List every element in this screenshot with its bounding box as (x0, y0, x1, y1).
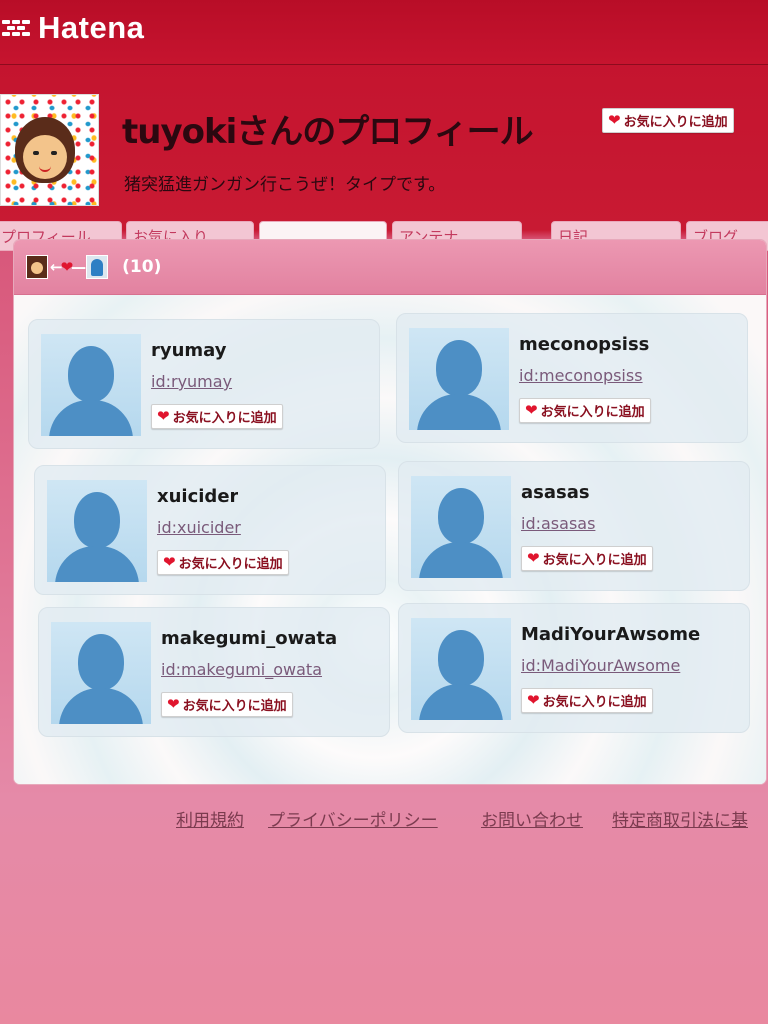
panel-header: ←❤— (10) (14, 240, 766, 295)
user-id-link[interactable]: id:makegumi_owata (161, 660, 322, 679)
add-favorite-button[interactable]: ❤ お気に入りに追加 (161, 692, 293, 717)
profile-add-favorite-button[interactable]: ❤ お気に入りに追加 (602, 108, 734, 133)
hatena-logo[interactable]: Hatena (2, 10, 144, 46)
privacy-policy-link[interactable]: プライバシーポリシー (268, 806, 438, 831)
default-user-avatar[interactable] (409, 328, 509, 430)
add-favorite-button[interactable]: ❤ お気に入りに追加 (151, 404, 283, 429)
user-card: makegumi_owata id:makegumi_owata ❤ お気に入りに… (38, 607, 390, 737)
footer-links: 利用規約 プライバシーポリシー お問い合わせ 特定商取引法に基 (0, 806, 768, 836)
add-favorite-label: お気に入りに追加 (178, 557, 283, 572)
add-favorite-label: お気に入りに追加 (540, 405, 645, 420)
top-header: Hatena (0, 0, 768, 65)
default-user-avatar[interactable] (51, 622, 151, 724)
contact-link[interactable]: お問い合わせ (481, 806, 583, 831)
favorites-panel: ←❤— (10) ryumay id:ryumay ❤ お気に入りに追加 meco… (14, 240, 766, 784)
add-favorite-button[interactable]: ❤ お気に入りに追加 (157, 550, 289, 575)
add-favorite-label: お気に入りに追加 (542, 553, 647, 568)
user-id-link[interactable]: id:meconopsiss (519, 366, 643, 385)
user-card: meconopsiss id:meconopsiss ❤ お気に入りに追加 (396, 313, 748, 443)
user-id-link[interactable]: id:asasas (521, 514, 595, 533)
user-name[interactable]: xuicider (157, 486, 238, 507)
user-name[interactable]: makegumi_owata (161, 628, 337, 649)
arrow-heart-icon: ←❤— (50, 258, 86, 276)
heart-icon: ❤ (525, 401, 538, 419)
heart-icon: ❤ (167, 695, 180, 713)
relation-icon: ←❤— (26, 255, 109, 279)
logo-text: Hatena (38, 10, 145, 45)
user-card: asasas id:asasas ❤ お気に入りに追加 (398, 461, 750, 591)
add-favorite-label: お気に入りに追加 (172, 411, 277, 426)
hatena-logo-icon (2, 16, 32, 40)
profile-avatar (0, 94, 99, 206)
default-user-avatar[interactable] (47, 480, 147, 582)
heart-icon: ❤ (527, 549, 540, 567)
heart-icon: ❤ (527, 691, 540, 709)
default-user-avatar[interactable] (411, 618, 511, 720)
user-name[interactable]: meconopsiss (519, 334, 649, 355)
user-name[interactable]: ryumay (151, 340, 227, 361)
default-user-avatar[interactable] (41, 334, 141, 436)
profile-subtitle: 猪突猛進ガンガン行こうぜ！タイプです。 (124, 175, 446, 195)
user-card: xuicider id:xuicider ❤ お気に入りに追加 (34, 465, 386, 595)
user-id-link[interactable]: id:xuicider (157, 518, 241, 537)
user-name[interactable]: MadiYourAwsome (521, 624, 700, 645)
user-grid: ryumay id:ryumay ❤ お気に入りに追加 meconopsiss i… (14, 295, 766, 784)
add-favorite-button[interactable]: ❤ お気に入りに追加 (521, 546, 653, 571)
add-favorite-label: お気に入りに追加 (623, 115, 728, 130)
heart-icon: ❤ (608, 111, 621, 129)
add-favorite-button[interactable]: ❤ お気に入りに追加 (521, 688, 653, 713)
others-avatar-icon (86, 255, 109, 279)
user-avatar-icon (26, 255, 48, 279)
commercial-law-link[interactable]: 特定商取引法に基 (612, 806, 748, 831)
add-favorite-label: お気に入りに追加 (182, 699, 287, 714)
terms-link[interactable]: 利用規約 (176, 806, 244, 831)
user-card: MadiYourAwsome id:MadiYourAwsome ❤ お気に入りに… (398, 603, 750, 733)
profile-title: tuyokiさんのプロフィール (122, 112, 534, 152)
heart-icon: ❤ (163, 553, 176, 571)
user-name[interactable]: asasas (521, 482, 590, 503)
add-favorite-label: お気に入りに追加 (542, 695, 647, 710)
heart-icon: ❤ (157, 407, 170, 425)
user-id-link[interactable]: id:ryumay (151, 372, 232, 391)
default-user-avatar[interactable] (411, 476, 511, 578)
add-favorite-button[interactable]: ❤ お気に入りに追加 (519, 398, 651, 423)
user-card: ryumay id:ryumay ❤ お気に入りに追加 (28, 319, 380, 449)
favorites-count: (10) (122, 257, 162, 277)
user-id-link[interactable]: id:MadiYourAwsome (521, 656, 680, 675)
